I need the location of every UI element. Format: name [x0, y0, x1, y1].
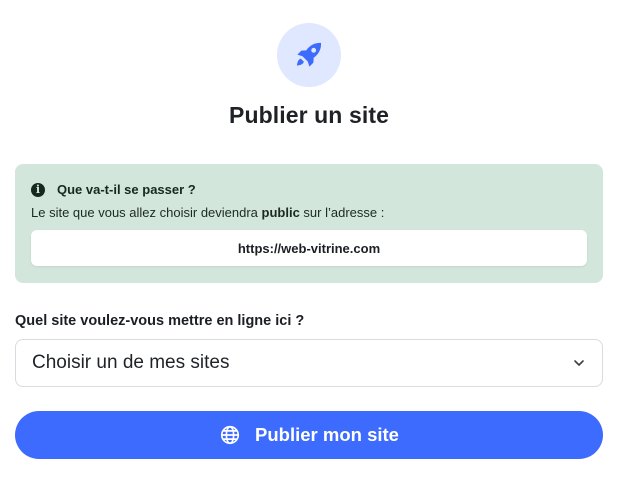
info-text-after: sur l’adresse : — [299, 205, 385, 220]
site-select[interactable]: Choisir un de mes sites — [15, 339, 603, 387]
rocket-icon — [292, 38, 326, 72]
info-text-bold: public — [261, 205, 300, 220]
publish-site-dialog: Publier un site i Que va-t-il se passer … — [0, 0, 624, 497]
rocket-icon-badge — [277, 23, 341, 87]
site-select-label: Quel site voulez-vous mettre en ligne ic… — [15, 313, 305, 329]
chevron-down-icon — [572, 356, 586, 370]
site-url: https://web-vitrine.com — [31, 230, 587, 266]
info-heading-row: i Que va-t-il se passer ? — [31, 182, 196, 197]
info-panel: i Que va-t-il se passer ? Le site que vo… — [15, 164, 603, 283]
globe-icon — [219, 424, 241, 446]
info-heading: Que va-t-il se passer ? — [57, 182, 196, 197]
publish-button-label: Publier mon site — [255, 424, 399, 445]
info-text-before: Le site que vous allez choisir deviendra — [31, 205, 262, 220]
page-title: Publier un site — [229, 102, 389, 128]
info-icon: i — [31, 182, 45, 197]
publish-site-button[interactable]: Publier mon site — [15, 411, 603, 459]
info-description: Le site que vous allez choisir deviendra… — [31, 205, 384, 220]
site-select-value: Choisir un de mes sites — [32, 352, 230, 373]
